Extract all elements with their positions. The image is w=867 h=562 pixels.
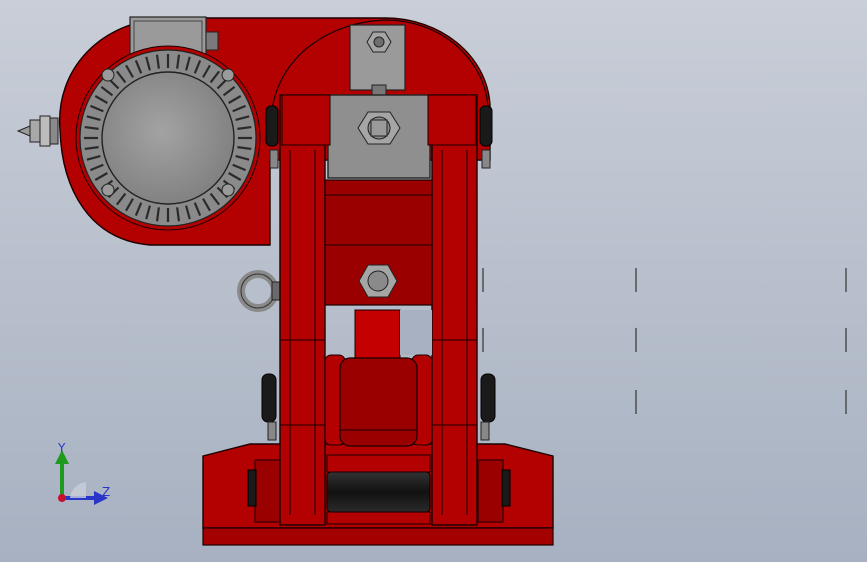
brake-drum[interactable]: [326, 454, 431, 525]
plane-icon: [70, 482, 86, 498]
graphics-viewport[interactable]: Y Z: [0, 0, 867, 562]
motor-end-cap[interactable]: [75, 45, 261, 231]
lifting-eye[interactable]: [237, 270, 283, 312]
lower-left-stop[interactable]: [261, 373, 277, 441]
y-axis-label: Y: [57, 441, 66, 455]
right-brake-arm[interactable]: [431, 94, 478, 526]
orientation-triad: Y Z: [55, 441, 110, 505]
brake-shoes[interactable]: [324, 354, 433, 447]
left-brake-arm[interactable]: [279, 94, 326, 526]
hidden-lines: [482, 268, 847, 414]
upper-right-stop[interactable]: [479, 105, 493, 169]
z-axis-label: Z: [102, 485, 110, 499]
lower-right-stop[interactable]: [480, 373, 496, 441]
cad-model-view[interactable]: [0, 0, 867, 562]
origin-icon: [58, 494, 66, 502]
stud-bolt[interactable]: [16, 115, 59, 147]
